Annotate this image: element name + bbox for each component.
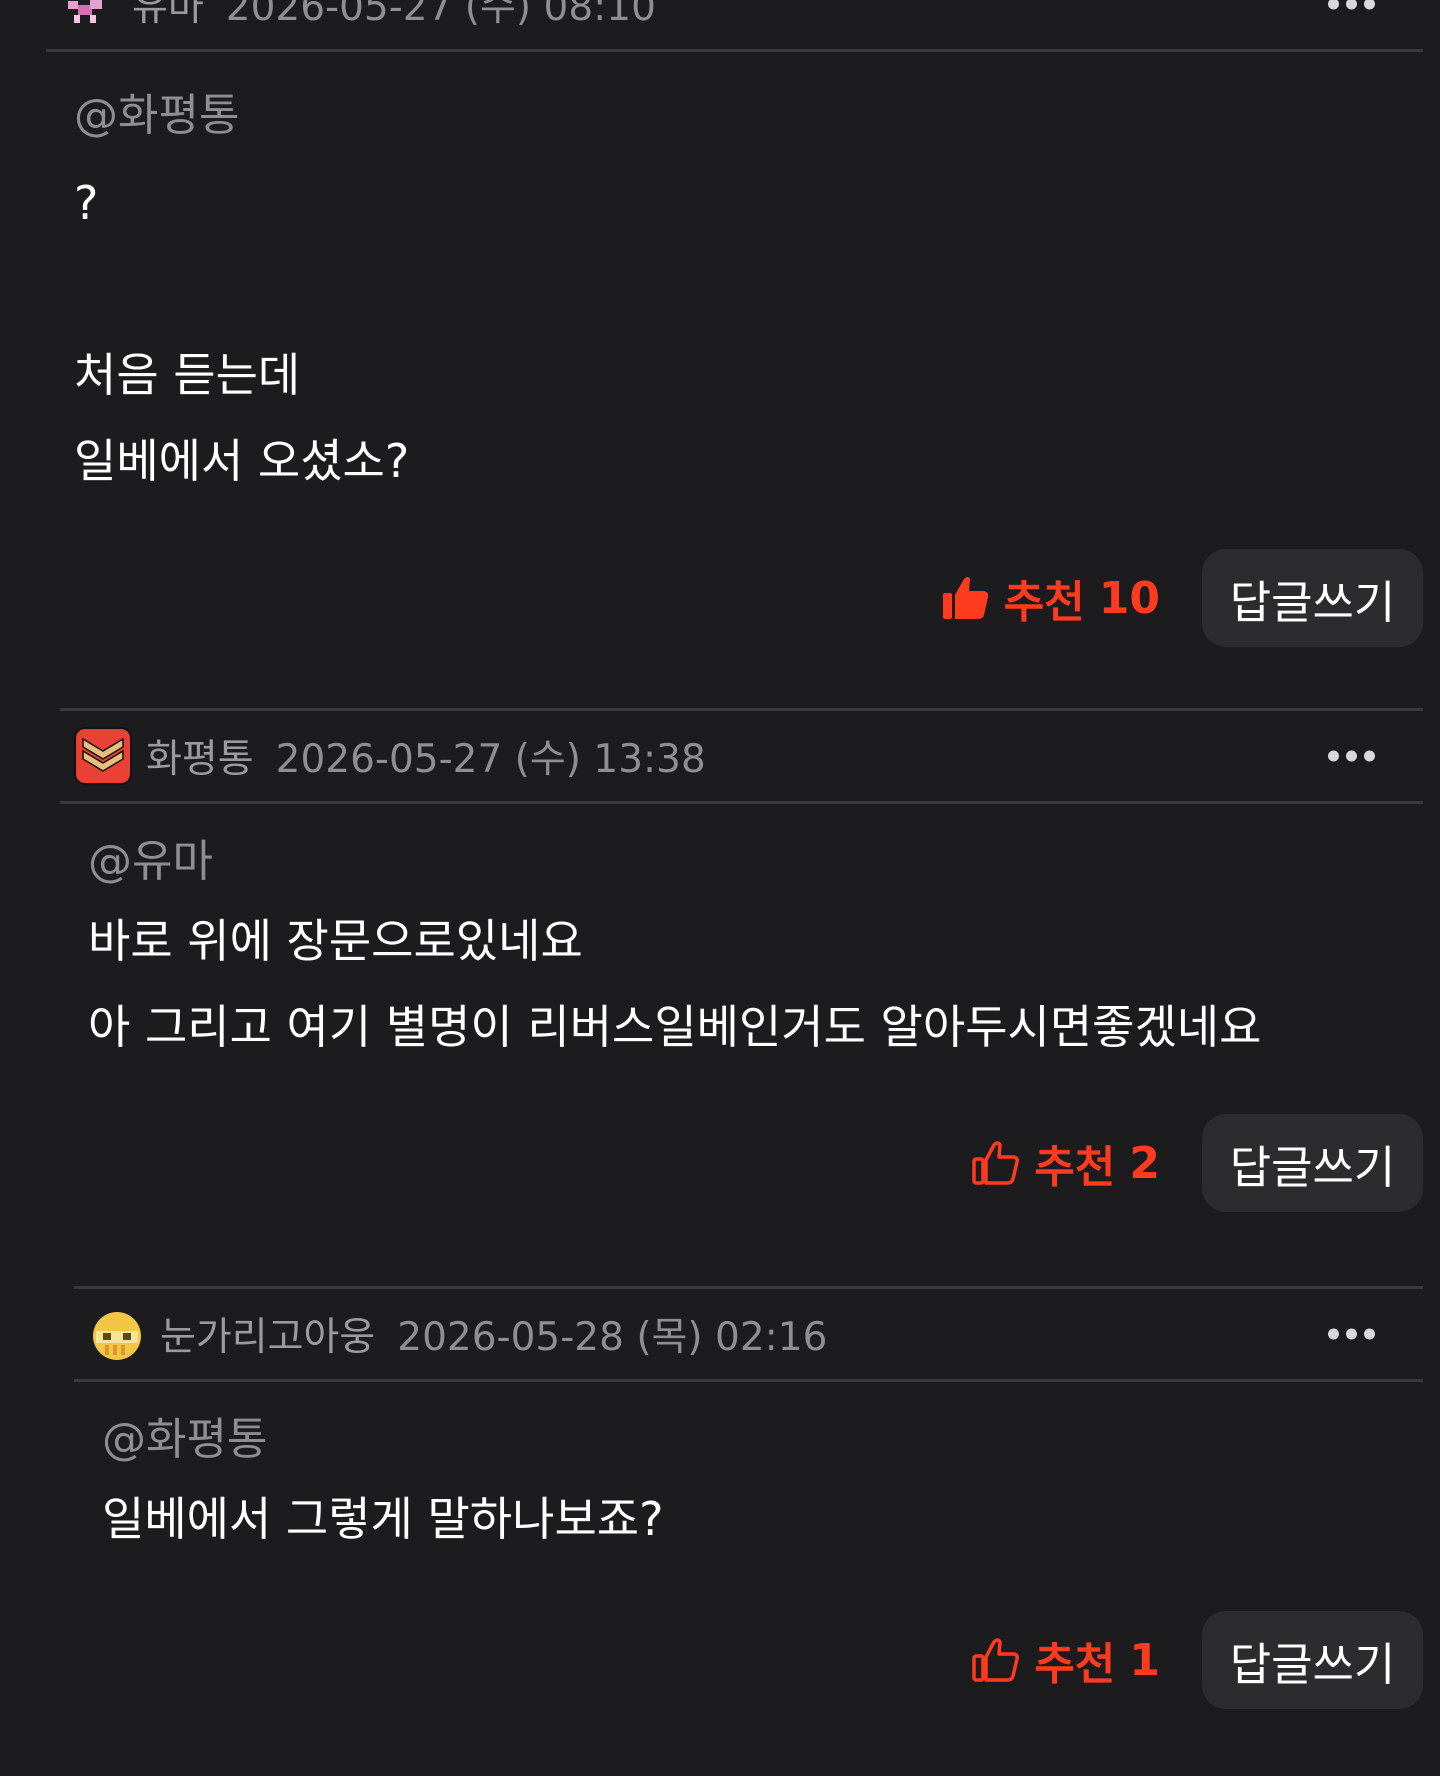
reply-button[interactable]: 답글쓰기 [1202, 1611, 1423, 1709]
like-count: 2 [1129, 1137, 1160, 1189]
mention[interactable]: @유마 [88, 832, 1423, 892]
comment-date: 2026-05-27 (수) 08:10 [225, 0, 656, 30]
comment-text-line: 일베에서 그렇게 말하나보죠? [102, 1492, 664, 1546]
comment-date: 2026-05-27 (수) 13:38 [275, 737, 706, 782]
author-name[interactable]: 화평통 [146, 728, 254, 784]
comment-actions: 추천 1 답글쓰기 [74, 1611, 1423, 1709]
like-label: 추천 [1034, 1639, 1116, 1690]
comment-date: 2026-05-28 (목) 02:16 [397, 1315, 828, 1360]
like-label: 추천 [1003, 577, 1085, 628]
comment-body: @화평통 ? 처음 듣는데 일베에서 오셨소? [46, 52, 1423, 504]
comment-actions: 추천 10 답글쓰기 [46, 549, 1423, 647]
comment-text-line: 일베에서 오셨소? [74, 434, 410, 488]
comment-text-line: 바로 위에 장문으로있네요 [88, 914, 583, 968]
more-options-icon[interactable] [1328, 750, 1375, 762]
thumbs-up-outline-icon [972, 1638, 1020, 1682]
comment-body: @유마 바로 위에 장문으로있네요 아 그리고 여기 별명이 리버스일베인거도 … [60, 804, 1423, 1070]
thumbs-up-outline-icon [972, 1141, 1020, 1185]
like-label: 추천 [1034, 1142, 1116, 1193]
mention[interactable]: @화평통 [102, 1410, 1423, 1470]
comment: 화평통 2026-05-27 (수) 13:38 @유마 바로 위에 장문으로있… [60, 708, 1423, 1212]
comment-header: 유마 2026-05-27 (수) 08:10 [46, 0, 1423, 52]
comment-text-line: 아 그리고 여기 별명이 리버스일베인거도 알아두시면좋겠네요 [88, 1000, 1262, 1054]
thumbs-up-filled-icon [942, 577, 988, 619]
like-button[interactable]: 추천 2 [972, 1131, 1160, 1195]
comment-header: 눈가리고아웅 2026-05-28 (목) 02:16 [74, 1286, 1423, 1382]
comment: 유마 2026-05-27 (수) 08:10 @화평통 ? 처음 듣는데 일베… [46, 0, 1423, 647]
author-name[interactable]: 눈가리고아웅 [160, 1306, 375, 1362]
comment-text-line: ? [74, 176, 99, 230]
reply-button[interactable]: 답글쓰기 [1202, 549, 1423, 647]
author-name[interactable]: 유마 [132, 0, 204, 32]
comment: 눈가리고아웅 2026-05-28 (목) 02:16 @화평통 일베에서 그렇… [74, 1286, 1423, 1709]
like-count: 10 [1098, 572, 1160, 624]
like-button[interactable]: 추천 1 [972, 1628, 1160, 1692]
comment-actions: 추천 2 답글쓰기 [60, 1114, 1423, 1212]
like-count: 1 [1129, 1634, 1160, 1686]
avatar[interactable] [74, 727, 132, 785]
comment-header: 화평통 2026-05-27 (수) 13:38 [60, 708, 1423, 804]
avatar[interactable] [88, 1305, 146, 1363]
reply-button[interactable]: 답글쓰기 [1202, 1114, 1423, 1212]
more-options-icon[interactable] [1328, 0, 1375, 10]
comment-body: @화평통 일베에서 그렇게 말하나보죠? [74, 1382, 1423, 1562]
comment-text-blank-line [74, 246, 1423, 332]
mention[interactable]: @화평통 [74, 86, 1423, 146]
more-options-icon[interactable] [1328, 1328, 1375, 1340]
avatar[interactable] [60, 0, 118, 33]
comment-text-line: 처음 듣는데 [74, 348, 301, 402]
like-button[interactable]: 추천 10 [942, 566, 1160, 630]
